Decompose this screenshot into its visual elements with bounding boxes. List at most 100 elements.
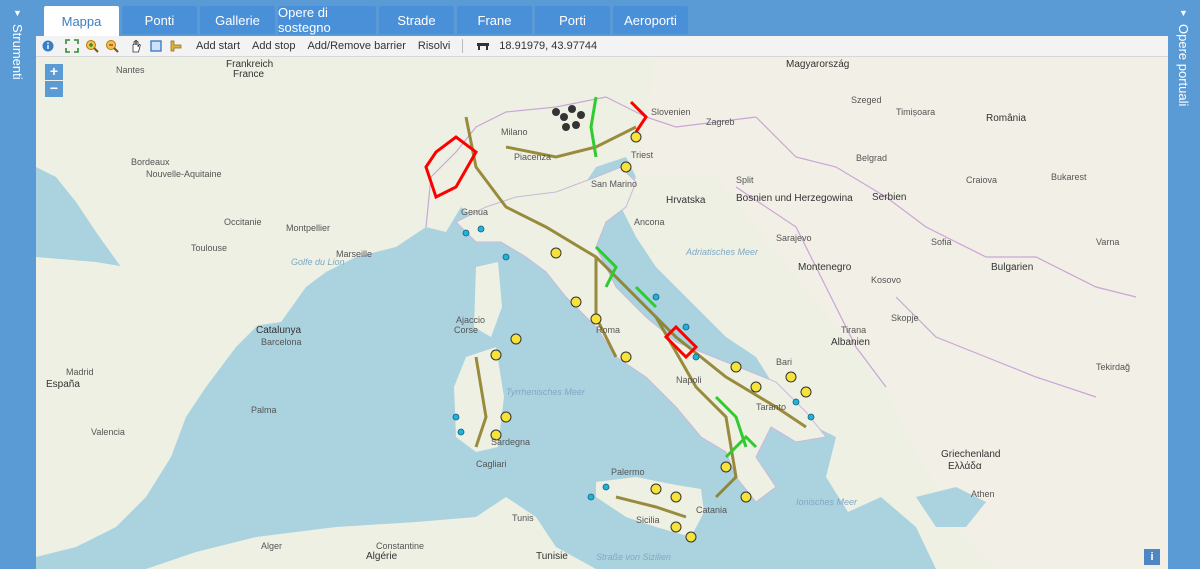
map-label: España <box>46 379 80 390</box>
tools-panel-toggle[interactable]: ▼ Strumenti <box>0 0 36 569</box>
map-label: Ionisches Meer <box>796 497 858 507</box>
tab-aeroporti[interactable]: Aeroporti <box>613 6 688 34</box>
map-label: Bulgarien <box>991 262 1034 273</box>
measure-ruler-icon[interactable] <box>168 38 184 54</box>
coordinates-readout: 18.91979, 43.97744 <box>499 40 598 52</box>
map-view[interactable]: + − Nantes Frankreich France Bordeaux No… <box>36 57 1168 569</box>
map-label: Montenegro <box>798 262 852 273</box>
zoom-out-tool-icon[interactable] <box>104 38 120 54</box>
tab-label: Ponti <box>144 12 175 28</box>
map-label: Split <box>736 175 754 185</box>
map-label: Bordeaux <box>131 157 170 167</box>
map-label: Athen <box>971 489 995 499</box>
map-label: Genua <box>461 207 489 217</box>
toolbar-divider <box>462 39 464 53</box>
tab-label: Porti <box>559 12 586 28</box>
map-toolbar: Add start Add stop Add/Remove barrier Ri… <box>36 36 1168 57</box>
add-remove-barrier-button[interactable]: Add/Remove barrier <box>307 40 405 52</box>
map-label: Slovenien <box>651 107 691 117</box>
map-label: Triest <box>631 150 654 160</box>
map-label: Sarajevo <box>776 233 812 243</box>
map-label: Straße von Sizilien <box>596 552 672 562</box>
map-label: Barcelona <box>261 337 302 347</box>
map-label: Tunisie <box>536 551 568 562</box>
tab-label: Strade <box>397 12 436 28</box>
map-label: Belgrad <box>856 153 888 163</box>
map-label: Ajaccio <box>456 315 486 325</box>
pan-hand-icon[interactable] <box>128 38 144 54</box>
tab-label: Gallerie <box>215 12 260 28</box>
map-label: San Marino <box>591 179 638 189</box>
map-label: Sofia <box>931 237 952 247</box>
tab-label: Opere di sostegno <box>278 5 331 35</box>
map-label: Montpellier <box>286 223 331 233</box>
tab-label: Mappa <box>61 13 102 29</box>
map-label: Taranto <box>756 402 787 412</box>
map-label: Nouvelle-Aquitaine <box>146 169 222 179</box>
tools-panel-label: Strumenti <box>10 24 25 80</box>
tab-strade[interactable]: Strade <box>379 6 454 34</box>
map-label: Sardegna <box>491 437 531 447</box>
tab-frane[interactable]: Frane <box>457 6 532 34</box>
map-label: Tunis <box>512 513 534 523</box>
map-label: Griechenland <box>941 449 1001 460</box>
map-label: Szeged <box>851 95 882 105</box>
tab-porti[interactable]: Porti <box>535 6 610 34</box>
tab-mappa[interactable]: Mappa <box>44 6 119 36</box>
map-label: Timișoara <box>896 107 936 117</box>
map-label: Tyrrhenisches Meer <box>506 387 585 397</box>
tab-opere-sostegno[interactable]: Opere di sostegno <box>278 5 376 35</box>
full-extent-icon[interactable] <box>64 38 80 54</box>
map-label: Varna <box>1096 237 1120 247</box>
map-label: Palma <box>251 405 277 415</box>
zoom-in-tool-icon[interactable] <box>84 38 100 54</box>
map-label: Kosovo <box>871 275 902 285</box>
zoom-in-button[interactable]: + <box>45 64 63 80</box>
map-label: Bari <box>776 357 793 367</box>
port-works-panel-toggle[interactable]: ▼ Opere portuali <box>1168 0 1200 569</box>
map-label: Nantes <box>116 65 145 75</box>
map-label: Tekirdağ <box>1096 362 1131 372</box>
map-label: Napoli <box>676 375 702 385</box>
map-label: Golfe du Lion <box>291 257 345 267</box>
map-label: Bukarest <box>1051 172 1087 182</box>
map-info-button[interactable]: i <box>1144 549 1160 565</box>
map-label: Bosnien und Herzegowina <box>736 193 853 204</box>
main-frame: Mappa Ponti Gallerie Opere di sostegno S… <box>36 0 1168 569</box>
map-label: Constantine <box>376 541 425 551</box>
tab-label: Frane <box>477 12 512 28</box>
basemap <box>36 57 1168 569</box>
solve-button[interactable]: Risolvi <box>418 40 450 52</box>
map-label: Toulouse <box>191 243 228 253</box>
map-label: Milano <box>501 127 528 137</box>
map-label: Catalunya <box>256 325 302 336</box>
select-extent-icon[interactable] <box>148 38 164 54</box>
map-label: Piacenza <box>514 152 552 162</box>
expand-arrow-icon: ▼ <box>1178 8 1189 18</box>
add-stop-button[interactable]: Add stop <box>252 40 295 52</box>
map-label: Craiova <box>966 175 998 185</box>
map-label: Madrid <box>66 367 94 377</box>
map-label: Zagreb <box>706 117 735 127</box>
map-label: Albanien <box>831 337 870 348</box>
coordinates-icon <box>475 38 491 54</box>
port-works-panel-label: Opere portuali <box>1176 24 1191 107</box>
zoom-out-button[interactable]: − <box>45 81 63 97</box>
zoom-control: + − <box>45 64 63 98</box>
map-label: Adriatisches Meer <box>686 247 759 257</box>
map-label: Cagliari <box>476 459 507 469</box>
info-tool-icon[interactable] <box>40 38 56 54</box>
map-label: Magyarország <box>786 59 850 70</box>
map-label: Hrvatska <box>666 195 706 206</box>
add-start-button[interactable]: Add start <box>196 40 240 52</box>
map-label: Serbien <box>872 192 907 203</box>
tab-bar: Mappa Ponti Gallerie Opere di sostegno S… <box>36 0 1168 36</box>
tab-gallerie[interactable]: Gallerie <box>200 6 275 34</box>
map-label: France <box>233 69 265 80</box>
map-label: Valencia <box>91 427 125 437</box>
map-label: Ελλάδα <box>948 461 982 472</box>
map-label: Tirana <box>841 325 867 335</box>
map-label: Ancona <box>634 217 665 227</box>
map-label: Corse <box>454 325 479 335</box>
tab-ponti[interactable]: Ponti <box>122 6 197 34</box>
